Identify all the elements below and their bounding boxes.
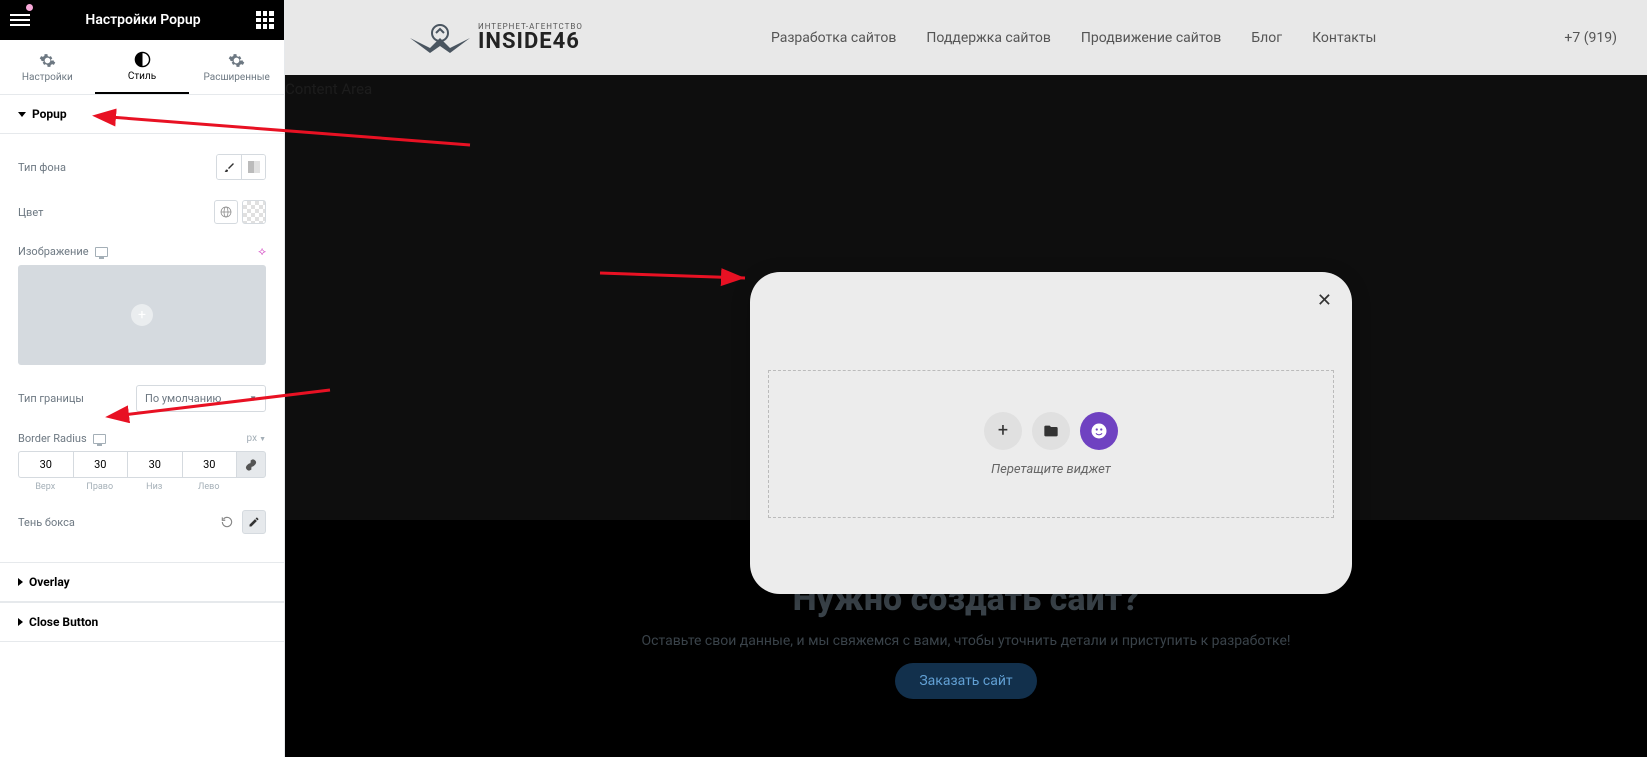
radius-right-input[interactable]	[73, 451, 128, 478]
caret-right-icon	[18, 618, 23, 626]
add-widget-actions: +	[984, 412, 1118, 450]
style-icon	[134, 51, 151, 68]
radius-top-input[interactable]	[18, 451, 73, 478]
gear-icon	[228, 52, 245, 69]
control-image: Изображение ⟡	[18, 234, 266, 261]
tab-advanced[interactable]: Расширенные	[189, 40, 284, 94]
section-overlay[interactable]: Overlay	[0, 562, 284, 602]
radius-left-input[interactable]	[182, 451, 237, 478]
link-values-button[interactable]	[236, 451, 266, 478]
link-icon	[245, 459, 257, 471]
control-bg-type: Тип фона	[18, 144, 266, 190]
settings-sidebar: Настройки Popup Настройки Стиль Расширен…	[0, 0, 285, 757]
border-type-select[interactable]: По умолчанию ▼	[136, 385, 266, 412]
section-popup[interactable]: Popup	[0, 95, 284, 134]
popup-drop-area[interactable]: + Перетащите виджет	[768, 370, 1334, 518]
chevron-down-icon: ▼	[249, 394, 257, 403]
add-global-button[interactable]	[1080, 412, 1118, 450]
nav-blog[interactable]: Блог	[1251, 30, 1282, 46]
tab-style[interactable]: Стиль	[95, 40, 190, 94]
popup-controls: Тип фона Цвет	[0, 134, 284, 562]
menu-icon[interactable]	[10, 14, 30, 26]
site-logo[interactable]: ИНТЕРНЕТ-АГЕНТСТВО INSIDE46	[410, 18, 583, 58]
notification-dot	[26, 4, 33, 11]
edit-shadow-button[interactable]	[242, 510, 266, 534]
image-picker[interactable]: +	[18, 265, 266, 365]
bg-type-toggle	[216, 154, 266, 180]
gear-icon	[39, 52, 56, 69]
label-border-radius: Border Radius	[18, 432, 87, 445]
dim-label-right: Право	[86, 482, 113, 492]
radius-bottom-input[interactable]	[127, 451, 182, 478]
smile-icon	[1090, 422, 1108, 440]
globe-icon	[220, 206, 232, 218]
label-box-shadow: Тень бокса	[18, 516, 75, 529]
global-color-button[interactable]	[214, 200, 238, 224]
dim-label-bottom: Низ	[146, 482, 162, 492]
tab-settings[interactable]: Настройки	[0, 40, 95, 94]
control-box-shadow: Тень бокса	[18, 500, 266, 544]
unit-select[interactable]: px ▼	[247, 433, 266, 444]
sidebar-header: Настройки Popup	[0, 0, 284, 40]
folder-icon	[1043, 423, 1059, 439]
site-header: ИНТЕРНЕТ-АГЕНТСТВО INSIDE46 Разработка с…	[285, 0, 1647, 75]
widgets-icon[interactable]	[256, 11, 274, 29]
responsive-icon[interactable]	[93, 434, 106, 444]
nav-promo[interactable]: Продвижение сайтов	[1081, 30, 1221, 46]
logo-icon	[410, 18, 470, 58]
nav-contacts[interactable]: Контакты	[1312, 30, 1376, 46]
caret-right-icon	[18, 578, 23, 586]
site-nav: Разработка сайтов Поддержка сайтов Продв…	[771, 30, 1376, 46]
popup-preview[interactable]: ✕ + Перетащите виджет	[750, 272, 1352, 594]
reset-button[interactable]	[216, 511, 238, 533]
add-section-button[interactable]: +	[984, 412, 1022, 450]
caret-down-icon	[18, 112, 26, 117]
panel-title: Настройки Popup	[30, 12, 256, 28]
dim-label-top: Верх	[35, 482, 55, 492]
logo-title: INSIDE46	[478, 31, 583, 53]
gradient-icon	[248, 161, 260, 173]
add-template-button[interactable]	[1032, 412, 1070, 450]
dynamic-icon[interactable]: ⟡	[258, 244, 266, 259]
responsive-icon[interactable]	[95, 247, 108, 257]
label-color: Цвет	[18, 206, 43, 219]
panel-body: Popup Тип фона Цвет	[0, 95, 284, 757]
label-bg-type: Тип фона	[18, 161, 66, 174]
cta-button[interactable]: Заказать сайт	[895, 663, 1036, 699]
cta-subtitle: Оставьте свои данные, и мы свяжемся с ва…	[642, 633, 1291, 649]
dim-label-left: Лево	[198, 482, 219, 492]
border-radius-inputs: Верх Право Низ Лево	[18, 451, 266, 492]
label-image: Изображение	[18, 245, 89, 258]
bg-classic-button[interactable]	[217, 155, 241, 179]
brush-icon	[223, 161, 235, 173]
label-border-type: Тип границы	[18, 392, 84, 405]
undo-icon	[220, 515, 234, 529]
control-border-radius: Border Radius px ▼	[18, 422, 266, 447]
nav-dev[interactable]: Разработка сайтов	[771, 30, 896, 46]
control-color: Цвет	[18, 190, 266, 234]
nav-support[interactable]: Поддержка сайтов	[926, 30, 1051, 46]
pencil-icon	[248, 516, 260, 528]
control-border-type: Тип границы По умолчанию ▼	[18, 375, 266, 422]
drag-hint: Перетащите виджет	[991, 462, 1111, 477]
close-icon[interactable]: ✕	[1317, 290, 1332, 311]
section-close-button[interactable]: Close Button	[0, 602, 284, 642]
bg-gradient-button[interactable]	[241, 155, 265, 179]
plus-icon: +	[131, 304, 153, 326]
color-picker-button[interactable]	[242, 200, 266, 224]
tabs: Настройки Стиль Расширенные	[0, 40, 284, 95]
phone-number: +7 (919)	[1564, 30, 1617, 46]
editor-canvas: ИНТЕРНЕТ-АГЕНТСТВО INSIDE46 Разработка с…	[285, 0, 1647, 757]
